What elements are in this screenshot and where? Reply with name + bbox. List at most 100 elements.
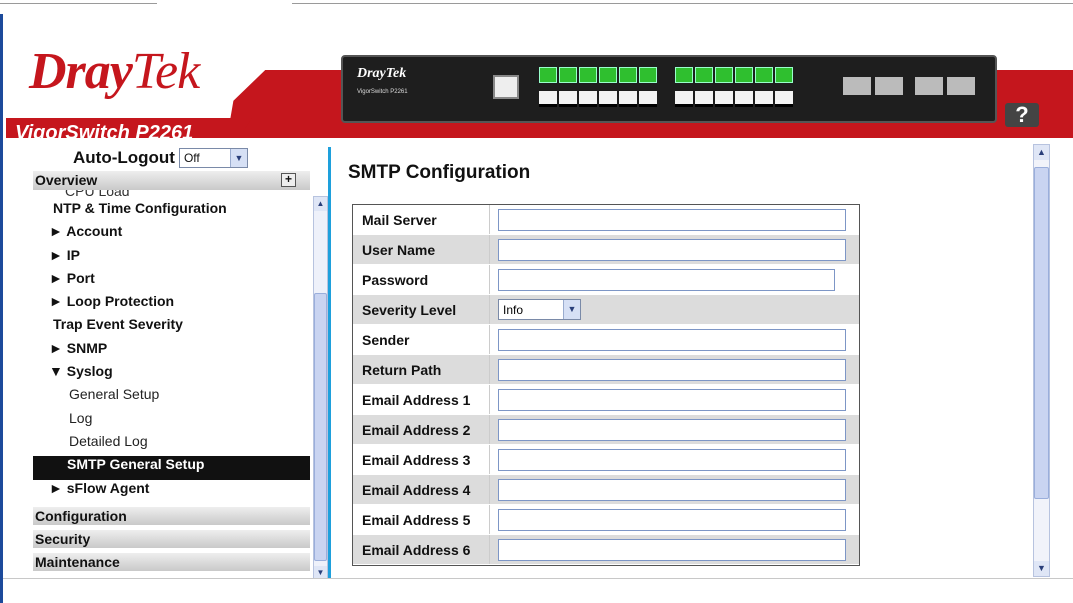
scroll-down-icon[interactable]: ▼: [1034, 561, 1049, 576]
port-icon: [599, 91, 617, 107]
model-name: VigorSwitch P2261: [15, 122, 194, 138]
sidebar-menu: CPU Load NTP & Time Configuration ► Acco…: [33, 190, 310, 514]
scroll-up-icon[interactable]: ▲: [1034, 145, 1049, 160]
field-label: Password: [353, 265, 490, 294]
severity-level-value: Info: [503, 302, 524, 317]
sidebar-scrollbar[interactable]: ▲ ▼: [313, 196, 328, 581]
logo-dray-text: Dray: [29, 43, 133, 100]
sidebar-item-general-setup[interactable]: General Setup: [33, 386, 310, 409]
table-row: Email Address 5: [353, 505, 859, 535]
field-label: Email Address 1: [353, 385, 490, 414]
port-icon: [755, 91, 773, 107]
smtp-config-table: Mail Server User Name Password Severity …: [352, 204, 860, 566]
severity-level-select[interactable]: Info ▼: [498, 299, 581, 320]
scrollbar-thumb[interactable]: [1034, 167, 1049, 499]
auto-logout-label: Auto-Logout: [73, 148, 175, 167]
sidebar-item-cpu-load[interactable]: CPU Load: [33, 190, 310, 200]
port-row-bottom: [539, 91, 793, 107]
port-icon: [539, 91, 557, 107]
content-divider: [328, 147, 331, 579]
port-icon: [675, 91, 693, 107]
password-input[interactable]: [498, 269, 835, 291]
table-row: Sender: [353, 325, 859, 355]
sidebar-item-trap-event-severity[interactable]: Trap Event Severity: [33, 316, 310, 339]
sidebar-item-log[interactable]: Log: [33, 410, 310, 433]
field-label: Email Address 2: [353, 415, 490, 444]
sfp-port-icon: [875, 77, 903, 95]
field-label: Email Address 5: [353, 505, 490, 534]
port-icon: [715, 67, 733, 83]
email-address-4-input[interactable]: [498, 479, 846, 501]
return-path-input[interactable]: [498, 359, 846, 381]
field-label: Severity Level: [353, 295, 490, 324]
port-icon: [619, 91, 637, 107]
bottom-bar: [3, 578, 1073, 603]
email-address-5-input[interactable]: [498, 509, 846, 531]
overview-section[interactable]: Overview +: [33, 171, 310, 190]
table-row: Email Address 3: [353, 445, 859, 475]
port-row-top: [539, 67, 793, 83]
auto-logout: Auto-Logout Off ▼: [73, 148, 248, 168]
port-icon: [775, 91, 793, 107]
email-address-6-input[interactable]: [498, 539, 846, 561]
sender-input[interactable]: [498, 329, 846, 351]
chevron-down-icon: ▼: [563, 300, 580, 319]
table-row: Password: [353, 265, 859, 295]
field-label: Sender: [353, 325, 490, 354]
sidebar-item-smtp-general-setup[interactable]: SMTP General Setup: [33, 456, 310, 480]
email-address-1-input[interactable]: [498, 389, 846, 411]
sidebar-item-port[interactable]: ► Port: [33, 270, 310, 293]
sidebar-item-syslog[interactable]: ▼ Syslog: [33, 363, 310, 386]
mail-server-input[interactable]: [498, 209, 846, 231]
field-label: Email Address 4: [353, 475, 490, 504]
user-name-input[interactable]: [498, 239, 846, 261]
table-row: Severity Level Info ▼: [353, 295, 859, 325]
scrollbar-thumb[interactable]: [314, 293, 327, 561]
auto-logout-select[interactable]: Off ▼: [178, 148, 248, 168]
sidebar-item-sflow-agent[interactable]: ► sFlow Agent: [33, 480, 310, 503]
sidebar-item-ntp[interactable]: NTP & Time Configuration: [33, 200, 310, 223]
sidebar-item-detailed-log[interactable]: Detailed Log: [33, 433, 310, 456]
logo-tek-text: Tek: [131, 43, 200, 100]
sidebar-item-ip[interactable]: ► IP: [33, 247, 310, 270]
port-icon: [675, 67, 693, 83]
console-port: [493, 75, 519, 99]
overview-label: Overview: [35, 172, 98, 188]
port-icon: [559, 91, 577, 107]
email-address-2-input[interactable]: [498, 419, 846, 441]
section-security[interactable]: Security: [33, 529, 310, 548]
port-icon: [715, 91, 733, 107]
field-label: Email Address 6: [353, 535, 490, 564]
table-row: Mail Server: [353, 205, 859, 235]
section-configuration[interactable]: Configuration: [33, 506, 310, 525]
port-icon: [755, 67, 773, 83]
sidebar: Auto-Logout Off ▼ Overview + CPU Load NT…: [3, 138, 331, 581]
help-button[interactable]: ?: [1005, 103, 1039, 127]
port-icon: [735, 67, 753, 83]
port-icon: [775, 67, 793, 83]
device-brand: DrayTek: [357, 66, 407, 81]
port-icon: [695, 91, 713, 107]
table-row: Email Address 1: [353, 385, 859, 415]
sfp-port-icon: [947, 77, 975, 95]
chevron-down-icon: ▼: [229, 149, 247, 167]
field-label: User Name: [353, 235, 490, 264]
table-row: Email Address 2: [353, 415, 859, 445]
port-icon: [579, 91, 597, 107]
main-scrollbar[interactable]: ▲ ▼: [1033, 144, 1050, 577]
switch-device-image: DrayTek VigorSwitch P2261: [341, 55, 997, 123]
table-row: Email Address 4: [353, 475, 859, 505]
expand-icon[interactable]: +: [281, 173, 296, 187]
port-icon: [619, 67, 637, 83]
sidebar-item-snmp[interactable]: ► SNMP: [33, 340, 310, 363]
scroll-up-icon[interactable]: ▲: [314, 197, 327, 211]
sidebar-item-loop-protection[interactable]: ► Loop Protection: [33, 293, 310, 316]
section-maintenance[interactable]: Maintenance: [33, 552, 310, 571]
table-row: Return Path: [353, 355, 859, 385]
port-icon: [735, 91, 753, 107]
port-icon: [639, 67, 657, 83]
main-content: SMTP Configuration Mail Server User Name…: [332, 138, 1032, 578]
sidebar-item-account[interactable]: ► Account: [33, 223, 310, 246]
port-icon: [639, 91, 657, 107]
email-address-3-input[interactable]: [498, 449, 846, 471]
